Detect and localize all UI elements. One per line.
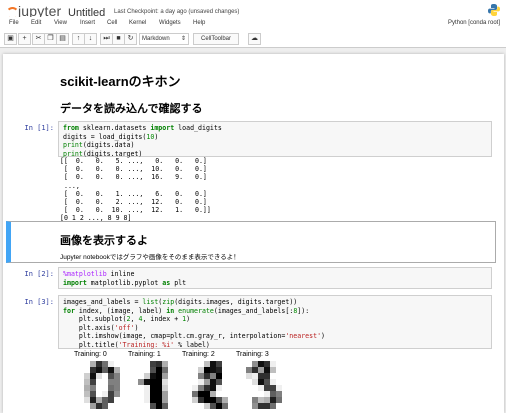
cell-1-output: [[ 0. 0. 5. ..., 0. 0. 0.] [ 0. 0. 0. ..… (60, 157, 211, 223)
python-logo-icon (488, 4, 500, 16)
code-cell-3[interactable]: images_and_labels = list(zip(digits.imag… (58, 295, 492, 349)
cut-icon: ✂ (35, 35, 42, 42)
code-line: for index, (image, label) in enumerate(i… (63, 306, 310, 315)
celltoolbar-button[interactable]: CellToolbar (193, 33, 239, 45)
copy-icon: ❐ (47, 35, 54, 42)
move-down-button[interactable]: ↓ (84, 33, 97, 45)
menu-kernel[interactable]: Kernel (129, 20, 146, 26)
code-line: from sklearn.datasets import load_digits (63, 124, 222, 132)
restart-icon: ↻ (127, 35, 134, 42)
code-line: plt.imshow(image, cmap=plt.cm.gray_r, in… (63, 332, 326, 341)
markdown-text: Jupyter notebookではグラフや画像をそのまま表示できるよ！ (60, 254, 240, 261)
paste-icon: ▤ (59, 35, 66, 42)
menu-edit[interactable]: Edit (31, 20, 41, 26)
menu-insert[interactable]: Insert (80, 20, 95, 26)
cell-type-select[interactable]: Markdown ⇕ (139, 33, 189, 45)
cell-3-prompt: In [3]: (24, 298, 54, 306)
cell-2-prompt: In [2]: (24, 270, 54, 278)
paste-button[interactable]: ▤ (56, 33, 69, 45)
menu-view[interactable]: View (54, 20, 67, 26)
digit-title-2: Training: 2 (182, 351, 215, 358)
heading-show-image: 画像を表示するよ (60, 235, 148, 247)
chevron-down-icon: ⇕ (180, 36, 186, 42)
code-line: plt.axis('off') (63, 323, 139, 332)
menubar: File Edit View Insert Cell Kernel Widget… (0, 17, 506, 31)
digit-title-3: Training: 3 (236, 351, 269, 358)
code-line: %matplotlib inline (63, 270, 135, 278)
restart-button[interactable]: ↻ (124, 33, 137, 45)
toolbar: ▣ + ✂ ❐ ▤ ↑ ↓ ⏭ ■ ↻ Markdown ⇕ CellToolb… (0, 31, 506, 48)
cell-1-prompt: In [1]: (24, 124, 54, 132)
code-line: plt.subplot(2, 4, index + 1) (63, 315, 191, 324)
code-line: digits = load_digits(10) (63, 132, 159, 141)
code-line: images_and_labels = list(zip(digits.imag… (63, 298, 298, 306)
kernel-indicator[interactable]: Python [conda root] (448, 20, 500, 26)
cell-type-value: Markdown (142, 36, 170, 42)
code-line: plt.title('Training: %i' % label) (63, 340, 210, 349)
code-cell-2[interactable]: %matplotlib inline import matplotlib.pyp… (58, 267, 492, 289)
stop-icon: ■ (116, 35, 121, 42)
save-icon: ▣ (7, 35, 14, 42)
digit-title-1: Training: 1 (128, 351, 161, 358)
menu-file[interactable]: File (9, 20, 19, 26)
run-icon: ⏭ (103, 35, 110, 42)
menu-cell[interactable]: Cell (107, 20, 117, 26)
code-cell-1[interactable]: from sklearn.datasets import load_digits… (58, 121, 492, 158)
upload-button[interactable]: ☁ (248, 33, 261, 45)
menu-help[interactable]: Help (193, 20, 205, 26)
checkpoint-status: Last Checkpoint: a day ago (unsaved chan… (114, 9, 240, 15)
code-line: import matplotlib.pyplot as plt (63, 278, 187, 287)
upload-icon: ☁ (251, 35, 258, 42)
move-up-icon: ↑ (76, 35, 81, 42)
code-line: print(digits.data) (63, 141, 135, 150)
save-button[interactable]: ▣ (4, 33, 17, 45)
heading-load-data: データを読み込んで確認する (60, 103, 203, 115)
add-icon: + (22, 35, 27, 42)
add-cell-button[interactable]: + (18, 33, 31, 45)
move-down-icon: ↓ (88, 35, 93, 42)
heading-main: scikit-learnのキホン (60, 74, 181, 89)
digit-title-0: Training: 0 (74, 351, 107, 358)
menu-widgets[interactable]: Widgets (159, 20, 181, 26)
